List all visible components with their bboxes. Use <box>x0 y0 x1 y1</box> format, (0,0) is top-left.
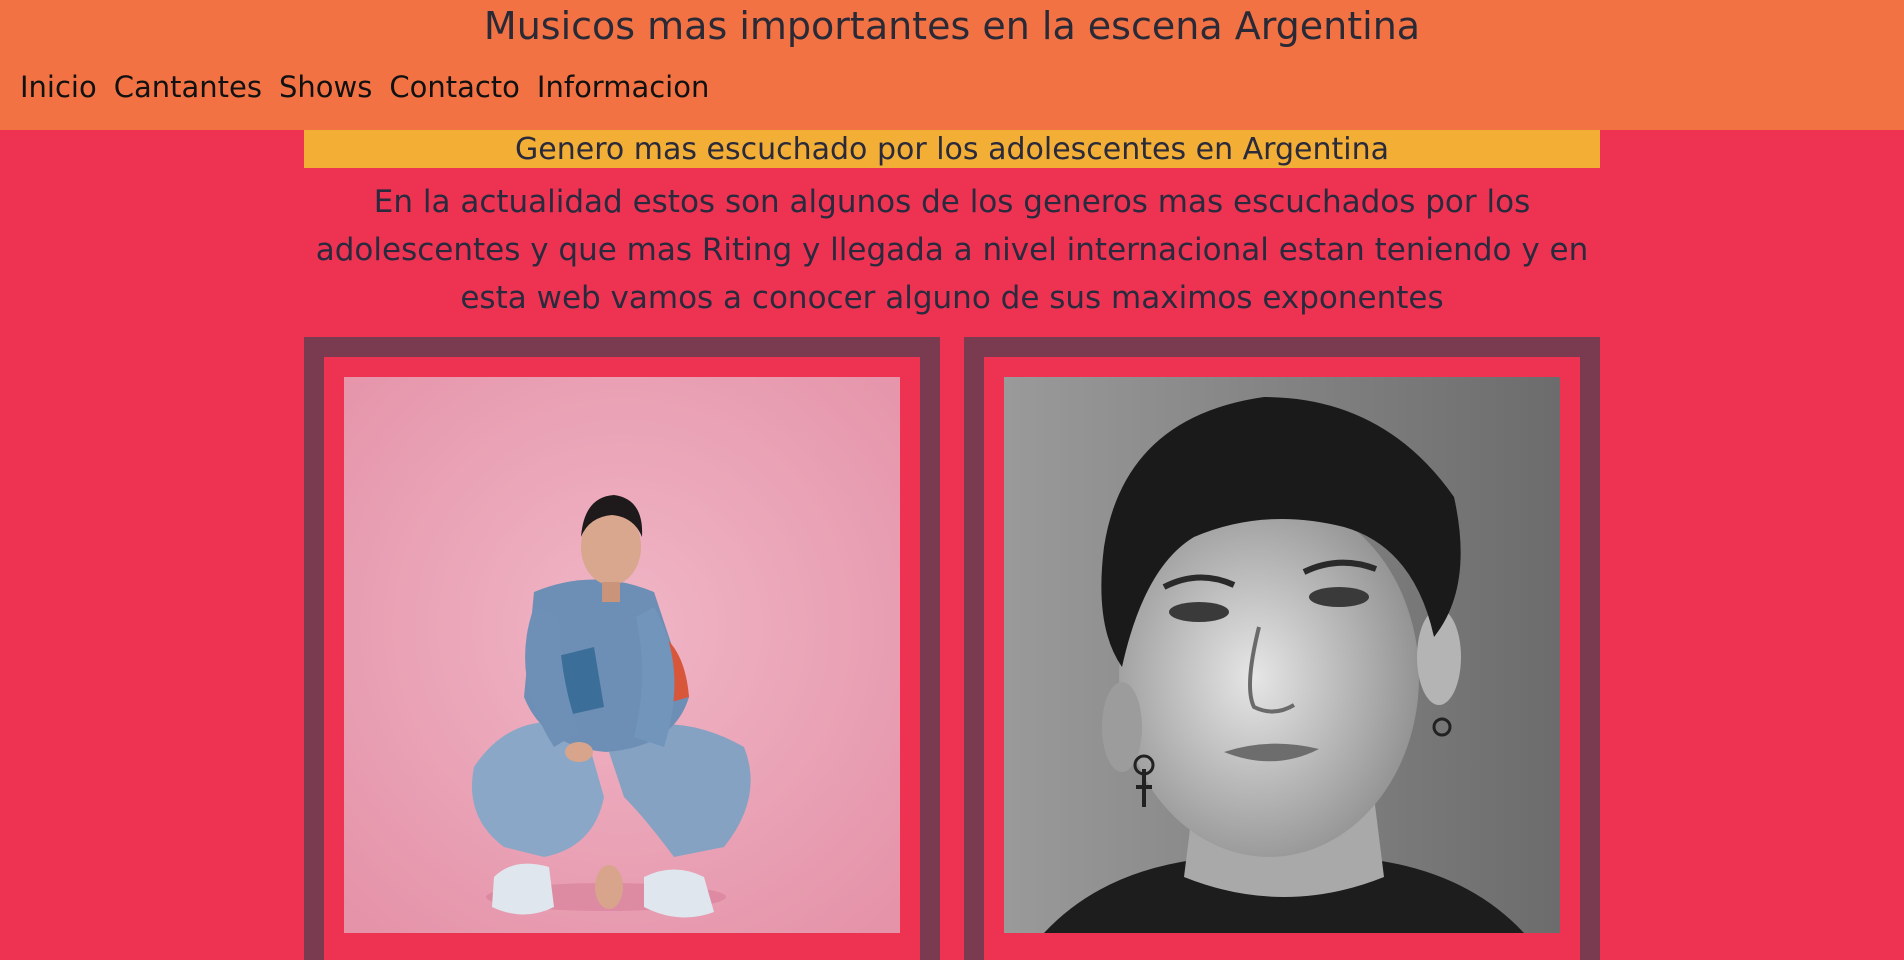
nav-link-contacto[interactable]: Contacto <box>389 66 520 108</box>
section-title: Genero mas escuchado por los adolescente… <box>304 130 1600 168</box>
main-nav: Inicio Cantantes Shows Contacto Informac… <box>20 66 709 108</box>
nav-link-informacion[interactable]: Informacion <box>537 66 709 108</box>
artist-card <box>304 337 940 960</box>
artist-photo <box>1004 377 1560 933</box>
site-title: Musicos mas importantes en la escena Arg… <box>483 4 1421 48</box>
nav-link-shows[interactable]: Shows <box>279 66 372 108</box>
artist-photo <box>344 377 900 933</box>
artist-card-inner <box>324 357 920 960</box>
artist-card-inner <box>984 357 1580 960</box>
intro-paragraph: En la actualidad estos son algunos de lo… <box>315 184 1589 316</box>
artist-card <box>964 337 1600 960</box>
site-header: Musicos mas importantes en la escena Arg… <box>0 0 1904 130</box>
nav-link-inicio[interactable]: Inicio <box>20 66 97 108</box>
nav-link-cantantes[interactable]: Cantantes <box>114 66 262 108</box>
